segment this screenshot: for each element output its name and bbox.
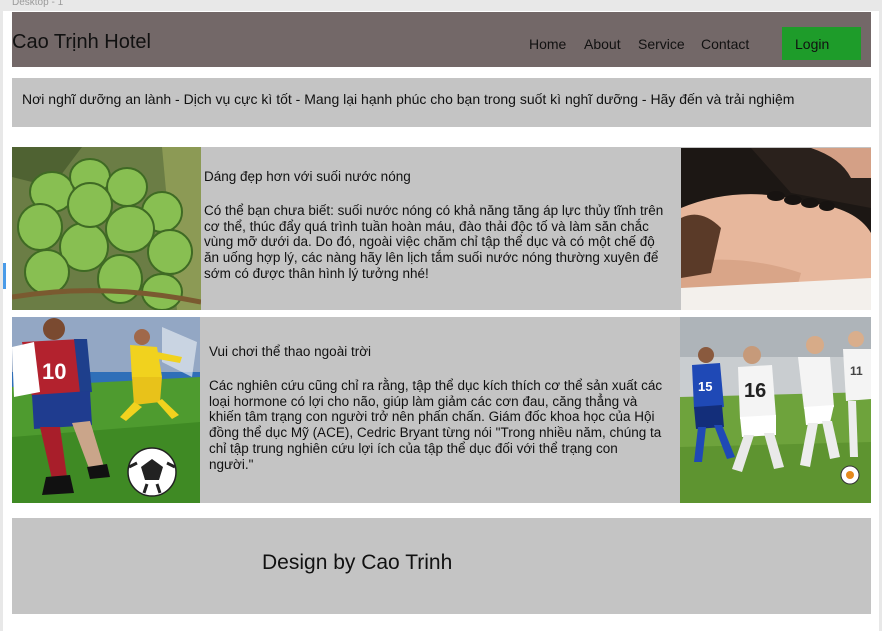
tagline-text: Nơi nghĩ dưỡng an lành - Dịch vụ cực kì … bbox=[22, 91, 795, 107]
hotel-title: Cao Trịnh Hotel bbox=[12, 31, 151, 53]
artboard-label: Desktop - 1 bbox=[12, 0, 64, 8]
artboard: Cao Trịnh Hotel Home About Service Conta… bbox=[3, 11, 879, 631]
footer-credit: Design by Cao Trinh bbox=[262, 551, 453, 574]
sports-body: Các nghiên cứu cũng chỉ ra rằng, tập thể… bbox=[209, 377, 663, 472]
site-header: Cao Trịnh Hotel Home About Service Conta… bbox=[12, 12, 871, 67]
player-shirt-number: 10 bbox=[42, 359, 66, 384]
hot-spring-text: Dáng đẹp hơn với suối nước nóng Có thể b… bbox=[204, 169, 664, 282]
feature-row-hot-spring: Dáng đẹp hơn với suối nước nóng Có thể b… bbox=[12, 147, 871, 310]
feature-row-sports: 10 Vui chơi thể thao ngoài trời Các nghi… bbox=[12, 317, 871, 503]
nav-about[interactable]: About bbox=[584, 36, 621, 52]
tagline-banner: Nơi nghĩ dưỡng an lành - Dịch vụ cực kì … bbox=[12, 78, 871, 127]
womens-football-photo[interactable]: 15 16 11 bbox=[680, 317, 871, 503]
site-footer: Design by Cao Trinh bbox=[12, 518, 871, 614]
player-number-16: 16 bbox=[744, 380, 766, 402]
hot-spring-body: Có thể bạn chưa biết: suối nước nóng có … bbox=[204, 202, 664, 281]
login-button[interactable]: Login bbox=[782, 27, 861, 60]
sports-text: Vui chơi thể thao ngoài trời Các nghiên … bbox=[209, 344, 664, 472]
nav-service[interactable]: Service bbox=[638, 36, 685, 52]
nav-contact[interactable]: Contact bbox=[701, 36, 749, 52]
player-number-11: 11 bbox=[850, 364, 863, 378]
nav-home[interactable]: Home bbox=[529, 36, 566, 52]
sports-heading: Vui chơi thể thao ngoài trời bbox=[209, 344, 372, 359]
hot-spring-heading: Dáng đẹp hơn với suối nước nóng bbox=[204, 169, 411, 184]
player-number-15: 15 bbox=[698, 379, 712, 394]
massage-photo bbox=[681, 148, 871, 310]
football-player-photo: 10 bbox=[12, 317, 200, 503]
coconuts-photo bbox=[12, 147, 201, 310]
edge-selection-marker bbox=[3, 263, 6, 289]
